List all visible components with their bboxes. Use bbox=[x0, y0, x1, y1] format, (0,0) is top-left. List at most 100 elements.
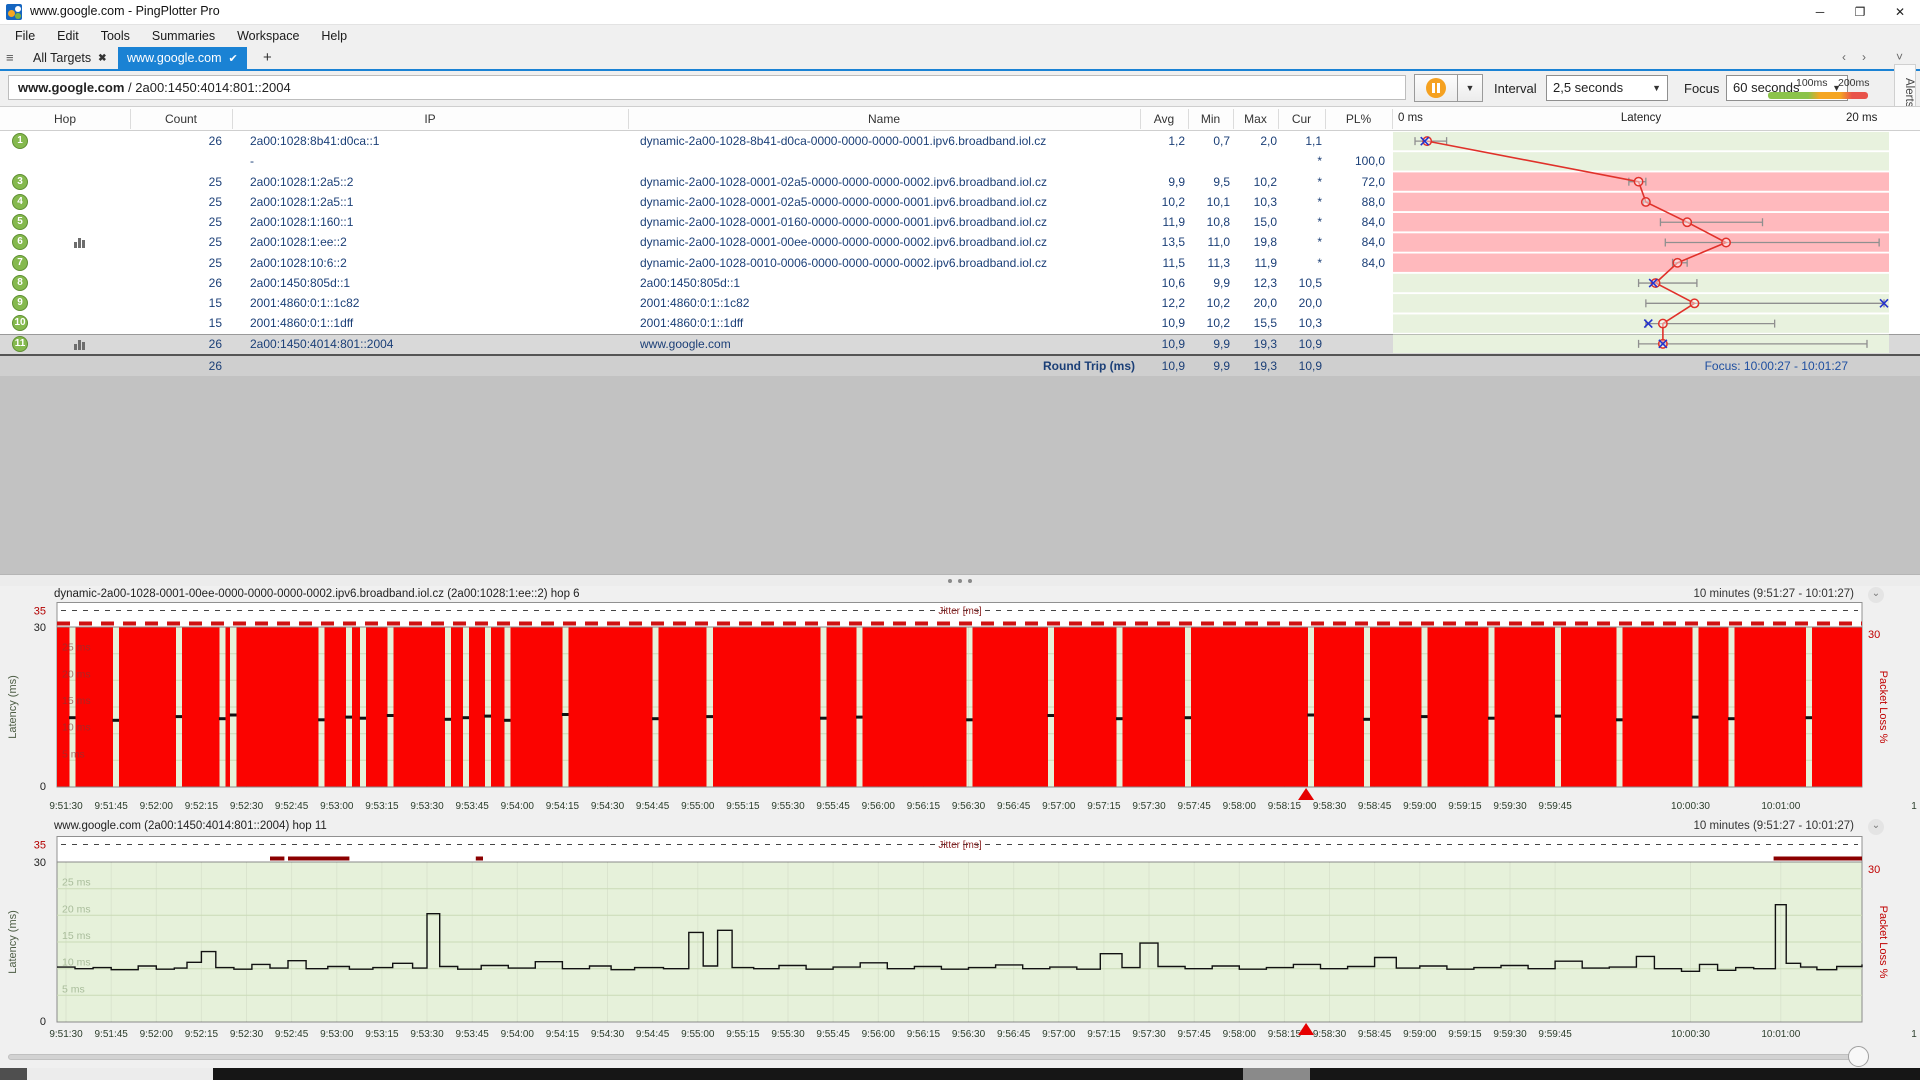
cell-ip: 2a00:1028:1:2a5::1 bbox=[250, 195, 353, 209]
table-header-row: HopCountIPNameAvgMinMaxCurPL%0 ms Latenc… bbox=[0, 106, 1920, 131]
tab-scroll-right-icon[interactable]: › bbox=[1862, 50, 1866, 64]
svg-text:5 ms: 5 ms bbox=[62, 748, 85, 760]
time-scroll-area bbox=[0, 1046, 1920, 1068]
cell-avg: 10,6 bbox=[1140, 276, 1185, 290]
menu-item-file[interactable]: File bbox=[4, 29, 46, 43]
svg-text:20 ms: 20 ms bbox=[62, 668, 91, 680]
new-tab-button[interactable]: + bbox=[263, 49, 272, 66]
table-row-hop-10[interactable]: 10 15 2001:4860:0:1::1dff 2001:4860:0:1:… bbox=[0, 313, 1920, 333]
round-trip-count: 26 bbox=[130, 359, 222, 373]
tab-all-targets[interactable]: All Targets ✖ bbox=[24, 47, 116, 69]
menu-item-tools[interactable]: Tools bbox=[90, 29, 141, 43]
close-button[interactable]: ✕ bbox=[1880, 0, 1920, 24]
interval-select[interactable]: 2,5 seconds▼ bbox=[1546, 75, 1668, 101]
menu-item-workspace[interactable]: Workspace bbox=[226, 29, 310, 43]
svg-text:9:52:00: 9:52:00 bbox=[140, 1029, 174, 1040]
title-bar: www.google.com - PingPlotter Pro ─ ❐ ✕ bbox=[0, 0, 1920, 25]
column-header-min[interactable]: Min bbox=[1188, 112, 1233, 126]
column-header-max[interactable]: Max bbox=[1233, 112, 1278, 126]
svg-text:9:57:00: 9:57:00 bbox=[1042, 801, 1076, 812]
svg-text:9:56:15: 9:56:15 bbox=[907, 1029, 941, 1040]
menu-item-summaries[interactable]: Summaries bbox=[141, 29, 226, 43]
collapse-graph-icon[interactable]: ⌄ bbox=[1868, 819, 1884, 835]
svg-text:9:52:15: 9:52:15 bbox=[185, 801, 219, 812]
table-row-hop-11[interactable]: 11 26 2a00:1450:4014:801::2004 www.googl… bbox=[0, 334, 1920, 354]
column-header-cur[interactable]: Cur bbox=[1278, 112, 1325, 126]
target-summary-field[interactable]: www.google.com / 2a00:1450:4014:801::200… bbox=[8, 75, 1406, 100]
table-row-hop-8[interactable]: 8 26 2a00:1450:805d::1 2a00:1450:805d::1… bbox=[0, 273, 1920, 293]
timeline-graph-hop11[interactable]: www.google.com (2a00:1450:4014:801::2004… bbox=[0, 818, 1920, 1046]
graph-range-label: 10 minutes (9:51:27 - 10:01:27) bbox=[1694, 820, 1854, 832]
cell-avg: 10,9 bbox=[1140, 316, 1185, 330]
round-trip-min: 9,9 bbox=[1188, 359, 1230, 373]
svg-text:10:01:00: 10:01:00 bbox=[1761, 1029, 1800, 1040]
table-row-hop-unknown[interactable]: - * 100,0 bbox=[0, 151, 1920, 171]
cell-count: 26 bbox=[130, 134, 222, 148]
svg-text:Jitter [ms]: Jitter [ms] bbox=[938, 840, 982, 851]
cell-ip: - bbox=[250, 154, 254, 168]
column-header-plpct[interactable]: PL% bbox=[1325, 112, 1392, 126]
svg-text:9:57:45: 9:57:45 bbox=[1178, 1029, 1212, 1040]
cell-min: 9,9 bbox=[1188, 337, 1230, 351]
target-host: www.google.com bbox=[18, 80, 124, 95]
cell-min: 10,2 bbox=[1188, 316, 1230, 330]
pause-button[interactable] bbox=[1414, 74, 1458, 102]
cell-min: 10,8 bbox=[1188, 215, 1230, 229]
maximize-button[interactable]: ❐ bbox=[1840, 0, 1880, 24]
tab-www-google-com[interactable]: www.google.com ✔ bbox=[118, 47, 247, 69]
table-row-hop-4[interactable]: 4 25 2a00:1028:1:2a5::1 dynamic-2a00-102… bbox=[0, 192, 1920, 212]
tab-active-label: www.google.com bbox=[127, 51, 222, 65]
timeline-plot[interactable]: Jitter [ms]3525 ms20 ms15 ms10 ms5 ms300… bbox=[0, 602, 1920, 818]
table-row-hop-6[interactable]: 6 25 2a00:1028:1:ee::2 dynamic-2a00-1028… bbox=[0, 232, 1920, 252]
cell-count: 25 bbox=[130, 195, 222, 209]
collapse-graph-icon[interactable]: ⌄ bbox=[1868, 587, 1884, 603]
tab-list-icon[interactable]: ˅ bbox=[1896, 50, 1903, 64]
svg-text:10:01:00: 10:01:00 bbox=[1761, 801, 1800, 812]
menu-item-edit[interactable]: Edit bbox=[46, 29, 90, 43]
svg-text:9:59:00: 9:59:00 bbox=[1403, 1029, 1437, 1040]
table-row-hop-5[interactable]: 5 25 2a00:1028:1:160::1 dynamic-2a00-102… bbox=[0, 212, 1920, 232]
svg-text:15 ms: 15 ms bbox=[62, 695, 91, 707]
svg-text:9:52:30: 9:52:30 bbox=[230, 801, 264, 812]
table-row-hop-7[interactable]: 7 25 2a00:1028:10:6::2 dynamic-2a00-1028… bbox=[0, 253, 1920, 273]
cell-name: dynamic-2a00-1028-0001-0160-0000-0000-00… bbox=[640, 215, 1047, 229]
svg-text:9:51:30: 9:51:30 bbox=[49, 1029, 83, 1040]
svg-text:9:55:45: 9:55:45 bbox=[816, 1029, 850, 1040]
table-row-hop-9[interactable]: 9 15 2001:4860:0:1::1c82 2001:4860:0:1::… bbox=[0, 293, 1920, 313]
tab-close-icon[interactable]: ✖ bbox=[98, 53, 106, 64]
svg-text:9:59:30: 9:59:30 bbox=[1493, 1029, 1527, 1040]
timeline-plot[interactable]: Jitter [ms]3525 ms20 ms15 ms10 ms5 ms300… bbox=[0, 836, 1920, 1046]
pause-dropdown-button[interactable]: ▼ bbox=[1457, 74, 1483, 102]
table-row-hop-3[interactable]: 3 25 2a00:1028:1:2a5::2 dynamic-2a00-102… bbox=[0, 172, 1920, 192]
timeline-graph-hop6[interactable]: dynamic-2a00-1028-0001-00ee-0000-0000-00… bbox=[0, 586, 1920, 818]
cell-avg: 11,9 bbox=[1140, 215, 1185, 229]
table-row-hop-1[interactable]: 1 26 2a00:1028:8b41:d0ca::1 dynamic-2a00… bbox=[0, 131, 1920, 151]
svg-text:9:54:15: 9:54:15 bbox=[546, 1029, 580, 1040]
svg-text:9:56:30: 9:56:30 bbox=[952, 801, 986, 812]
column-header-hop[interactable]: Hop bbox=[0, 112, 130, 126]
hop-badge: 11 bbox=[12, 336, 28, 352]
column-header-avg[interactable]: Avg bbox=[1140, 112, 1188, 126]
svg-text:9:52:45: 9:52:45 bbox=[275, 801, 309, 812]
time-scrollbar-track[interactable] bbox=[8, 1054, 1864, 1060]
svg-text:Packet Loss %: Packet Loss % bbox=[1877, 671, 1889, 744]
minimize-button[interactable]: ─ bbox=[1800, 0, 1840, 24]
column-header-name[interactable]: Name bbox=[628, 112, 1140, 126]
trace-table: HopCountIPNameAvgMinMaxCurPL%0 ms Latenc… bbox=[0, 106, 1920, 376]
svg-text:9:58:30: 9:58:30 bbox=[1313, 1029, 1347, 1040]
time-scrollbar-handle[interactable] bbox=[1848, 1046, 1869, 1067]
hamburger-icon[interactable]: ≡ bbox=[6, 50, 14, 65]
cell-count: 25 bbox=[130, 256, 222, 270]
tab-scroll-left-icon[interactable]: ‹ bbox=[1842, 50, 1846, 64]
svg-text:9:51:45: 9:51:45 bbox=[95, 1029, 129, 1040]
column-header-count[interactable]: Count bbox=[130, 112, 232, 126]
column-header-ip[interactable]: IP bbox=[232, 112, 628, 126]
pause-icon bbox=[1426, 78, 1446, 98]
svg-text:9:53:30: 9:53:30 bbox=[410, 801, 444, 812]
menu-item-help[interactable]: Help bbox=[310, 29, 358, 43]
svg-text:9:55:15: 9:55:15 bbox=[726, 1029, 760, 1040]
cell-min: 9,5 bbox=[1188, 175, 1230, 189]
cell-ip: 2001:4860:0:1::1c82 bbox=[250, 296, 359, 310]
cell-count: 26 bbox=[130, 337, 222, 351]
cell-max: 15,0 bbox=[1233, 215, 1277, 229]
